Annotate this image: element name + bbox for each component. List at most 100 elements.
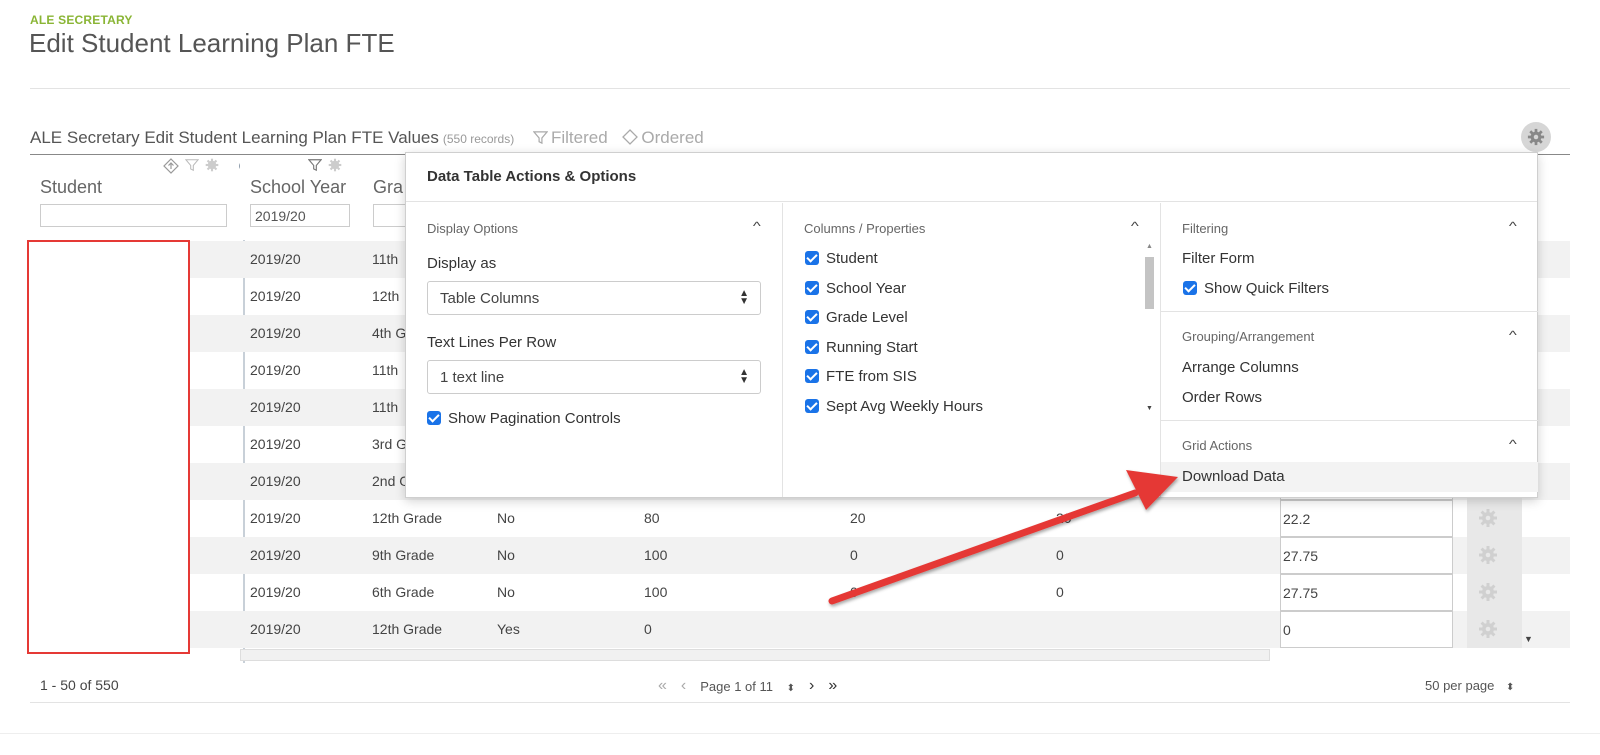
- fte-input[interactable]: 27.75: [1280, 574, 1453, 611]
- student-filter-input[interactable]: [40, 204, 227, 227]
- column-label-school-year[interactable]: School Year: [250, 177, 346, 198]
- lines-per-row-select[interactable]: 1 text line ▲ ▼: [427, 360, 761, 394]
- scroll-up-arrow[interactable]: ▲: [1146, 243, 1153, 250]
- ordered-label: Ordered: [641, 128, 704, 147]
- section-title-columns: Columns / Properties: [804, 221, 926, 236]
- gear-icon[interactable]: [328, 158, 342, 172]
- per-page-select[interactable]: 50 per page ⬍: [1425, 678, 1514, 693]
- filter-icon[interactable]: [308, 158, 322, 172]
- row-gear-icon[interactable]: [1478, 508, 1498, 531]
- cell-year: 2019/20: [250, 362, 301, 378]
- show-quick-filters-checkbox[interactable]: Show Quick Filters: [1183, 280, 1329, 297]
- filter-form-link[interactable]: Filter Form: [1182, 250, 1255, 267]
- download-data-link[interactable]: Download Data: [1182, 468, 1285, 485]
- section-title-display: Display Options: [427, 221, 519, 236]
- cell-year: 2019/20: [250, 399, 301, 415]
- first-page-icon[interactable]: «: [658, 677, 667, 695]
- prev-page-icon[interactable]: ‹: [681, 677, 686, 695]
- column-label-grade[interactable]: Gra: [373, 177, 403, 198]
- table-options-button[interactable]: [1521, 122, 1551, 152]
- table-row[interactable]: 2019/20 9th Grade No 100 0 0 27.75: [30, 537, 1570, 574]
- right-options-column: Filtering ^ Filter Form Show Quick Filte…: [1161, 203, 1538, 497]
- school-year-filter-input[interactable]: [250, 204, 350, 227]
- checkbox-checked-icon: [1183, 281, 1197, 295]
- display-as-label: Display as: [427, 255, 497, 272]
- column-toggle-checkbox[interactable]: School Year: [805, 280, 906, 297]
- page-label: Page 1 of 11: [700, 678, 773, 694]
- row-gear-icon[interactable]: [1478, 619, 1498, 642]
- scroll-thumb[interactable]: [1145, 257, 1154, 309]
- student-header-tools: [163, 158, 219, 174]
- show-pagination-label: Show Pagination Controls: [448, 410, 621, 427]
- order-icon: [622, 129, 639, 145]
- table-row[interactable]: 2019/20 12th Grade No 80 20 20 22.2: [30, 500, 1570, 537]
- pagination-controls: « ‹ Page 1 of 11 ⬍ › »: [658, 677, 837, 695]
- gear-icon[interactable]: [205, 158, 219, 172]
- select-arrows-icon: ⬍: [786, 682, 796, 694]
- fte-input[interactable]: 0: [1280, 611, 1453, 648]
- section-title-grid-actions: Grid Actions: [1182, 438, 1253, 453]
- cell-c3: 0: [1056, 547, 1064, 563]
- ordered-indicator[interactable]: Ordered: [622, 128, 704, 147]
- page-title: Edit Student Learning Plan FTE: [29, 28, 395, 58]
- column-toggle-checkbox[interactable]: Sept Avg Weekly Hours: [805, 398, 983, 415]
- cell-year: 2019/20: [250, 547, 301, 563]
- column-header-student: Student: [30, 156, 240, 240]
- column-toggle-checkbox[interactable]: Running Start: [805, 339, 918, 356]
- scroll-down-arrow[interactable]: ▼: [1524, 634, 1533, 644]
- column-label-student[interactable]: Student: [40, 177, 102, 198]
- page-select[interactable]: Page 1 of 11 ⬍: [700, 679, 795, 694]
- scroll-down-arrow[interactable]: ▼: [1146, 405, 1153, 412]
- show-pagination-checkbox[interactable]: Show Pagination Controls: [427, 410, 621, 427]
- horizontal-scrollbar[interactable]: [240, 649, 1270, 661]
- footer-divider: [30, 702, 1570, 703]
- fte-input[interactable]: 27.75: [1280, 537, 1453, 574]
- column-toggle-checkbox[interactable]: Student: [805, 250, 878, 267]
- column-header-school-year: School Year: [240, 156, 360, 240]
- table-title-bar: ALE Secretary Edit Student Learning Plan…: [30, 128, 704, 148]
- select-arrows-icon: ▲ ▼: [739, 288, 749, 307]
- collapse-caret-icon[interactable]: ^: [1509, 219, 1517, 233]
- section-title-grouping: Grouping/Arrangement: [1182, 329, 1315, 344]
- checkbox-checked-icon: [427, 411, 441, 425]
- column-toggle-checkbox[interactable]: FTE from SIS: [805, 368, 917, 385]
- columns-scrollbar[interactable]: ▲ ▼: [1144, 243, 1155, 421]
- cell-c3: 0: [1056, 584, 1064, 600]
- row-gear-icon[interactable]: [1478, 545, 1498, 568]
- last-page-icon[interactable]: »: [828, 677, 837, 695]
- filter-icon[interactable]: [185, 158, 199, 172]
- column-toggle-checkbox[interactable]: Grade Level: [805, 309, 908, 326]
- collapse-caret-icon[interactable]: ^: [1509, 437, 1517, 451]
- page-bottom-divider: [0, 733, 1600, 734]
- record-range: 1 - 50 of 550: [40, 677, 119, 693]
- cell-c1: 80: [644, 510, 660, 526]
- row-gear-icon[interactable]: [1478, 582, 1498, 605]
- collapse-caret-icon[interactable]: ^: [753, 219, 761, 233]
- arrange-columns-link[interactable]: Arrange Columns: [1182, 359, 1299, 376]
- display-as-value: Table Columns: [440, 290, 540, 307]
- filtered-label: Filtered: [550, 128, 608, 147]
- filtered-indicator[interactable]: Filtered: [532, 128, 608, 147]
- table-row[interactable]: 2019/20 12th Grade Yes 0 0: [30, 611, 1570, 648]
- cell-grade: 12th Grade: [372, 510, 443, 526]
- section-divider: [1161, 311, 1538, 312]
- cell-grade: 12th Grade: [372, 621, 443, 637]
- table-row[interactable]: 2019/20 6th Grade No 100 0 0 27.75: [30, 574, 1570, 611]
- collapse-caret-icon[interactable]: ^: [1509, 328, 1517, 342]
- checkbox-checked-icon: [805, 251, 819, 265]
- sort-icon[interactable]: [163, 158, 179, 174]
- checkbox-checked-icon: [805, 369, 819, 384]
- checkbox-checked-icon: [805, 280, 819, 295]
- cell-rs: No: [497, 510, 515, 526]
- cell-year: 2019/20: [250, 288, 301, 304]
- fte-input[interactable]: 22.2: [1280, 500, 1453, 537]
- next-page-icon[interactable]: ›: [809, 677, 814, 695]
- display-as-select[interactable]: Table Columns ▲ ▼: [427, 281, 761, 315]
- collapse-caret-icon[interactable]: ^: [1131, 219, 1139, 233]
- order-rows-link[interactable]: Order Rows: [1182, 389, 1262, 406]
- cell-rs: No: [497, 547, 515, 563]
- cell-grade: 12th: [372, 288, 400, 304]
- filter-icon: [532, 131, 549, 145]
- cell-rs: Yes: [497, 621, 520, 637]
- cell-grade: 6th Grade: [372, 584, 435, 600]
